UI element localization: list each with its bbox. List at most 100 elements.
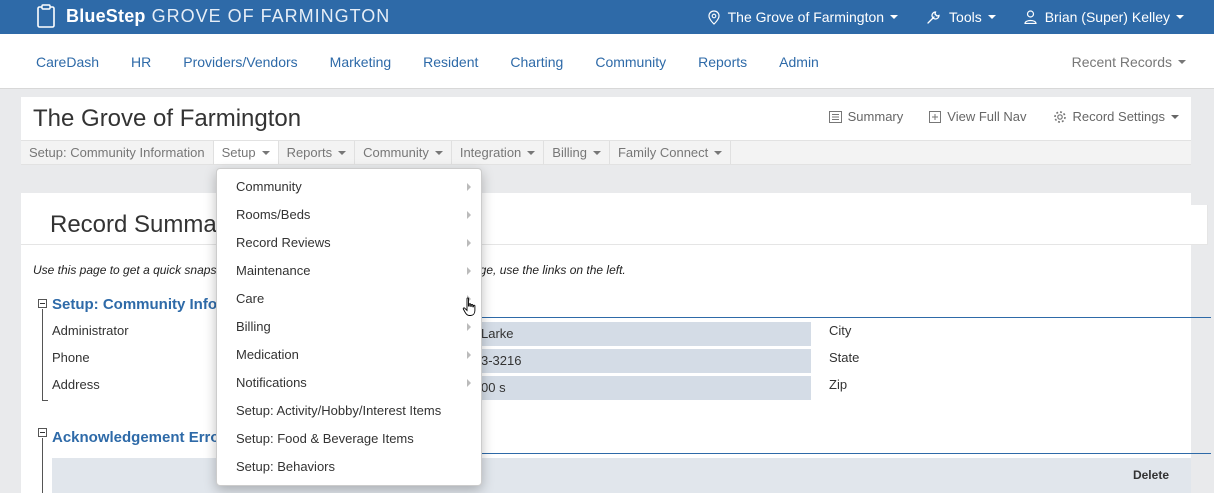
user-label: Brian (Super) Kelley	[1044, 9, 1170, 25]
field-value-address: 00 s	[477, 376, 811, 400]
record-header: The Grove of Farmington Summary View Ful…	[21, 97, 1191, 165]
field-label-state: State	[829, 350, 860, 365]
section-bracket-foot	[42, 400, 48, 401]
brand-name: BlueStep	[66, 5, 146, 26]
nav-caredash[interactable]: CareDash	[36, 54, 99, 70]
chevron-right-icon	[467, 211, 471, 219]
gear-icon	[1053, 110, 1066, 123]
subnav-community[interactable]: Community	[355, 141, 452, 164]
wrench-icon	[927, 10, 940, 24]
subnav-integration[interactable]: Integration	[452, 141, 545, 164]
menu-item-setup-activity-hobby-interest-items[interactable]: Setup: Activity/Hobby/Interest Items	[217, 397, 481, 425]
intro-text-left: Use this page to get a quick snapsh	[33, 263, 224, 277]
record-title: The Grove of Farmington	[33, 105, 302, 132]
menu-item-rooms-beds[interactable]: Rooms/Beds	[217, 201, 481, 229]
chevron-right-icon	[467, 267, 471, 275]
nav-admin[interactable]: Admin	[779, 54, 819, 70]
section-divider	[481, 453, 1211, 454]
subnav-family-connect[interactable]: Family Connect	[610, 141, 732, 164]
user-menu[interactable]: Brian (Super) Kelley	[1024, 9, 1184, 25]
top-bar: BlueStep GROVE OF FARMINGTON The Grove o…	[0, 0, 1214, 34]
menu-item-setup-behaviors[interactable]: Setup: Behaviors	[217, 453, 481, 481]
nav-resident[interactable]: Resident	[423, 54, 478, 70]
field-label-address: Address	[52, 377, 100, 392]
nav-hr[interactable]: HR	[131, 54, 151, 70]
hand-pointer-icon	[462, 297, 476, 316]
nav-providers-vendors[interactable]: Providers/Vendors	[183, 54, 297, 70]
record-settings-menu[interactable]: Record Settings	[1053, 109, 1179, 124]
list-icon	[828, 110, 842, 123]
field-label-zip: Zip	[829, 377, 848, 392]
chevron-down-icon	[987, 15, 996, 19]
subnav-setup-community-information[interactable]: Setup: Community Information	[21, 141, 214, 164]
field-value-administrator: Larke	[477, 322, 811, 346]
chevron-down-icon	[1171, 114, 1179, 119]
chevron-right-icon	[467, 323, 471, 331]
summary-title: Record Summary	[50, 211, 237, 238]
logo[interactable]: BlueStep GROVE OF FARMINGTON	[36, 4, 390, 28]
section-title-acknowledgement-errors: Acknowledgement Erro	[52, 429, 220, 446]
chevron-right-icon	[467, 351, 471, 359]
section-bracket	[42, 438, 43, 493]
chevron-down-icon	[527, 150, 536, 155]
summary-button[interactable]: Summary	[828, 109, 904, 124]
recent-records-menu[interactable]: Recent Records	[1072, 34, 1186, 89]
collapse-toggle-icon[interactable]	[38, 428, 47, 437]
intro-text-right: age, use the links on the left.	[473, 263, 626, 277]
tools-menu[interactable]: Tools	[926, 9, 996, 25]
intro-text: Use this page to get a quick snapsh age,…	[33, 263, 1173, 277]
map-pin-icon	[708, 9, 720, 25]
clipboard-icon	[37, 4, 55, 28]
menu-item-billing[interactable]: Billing	[217, 313, 481, 341]
record-subnav: Setup: Community Information Setup Repor…	[21, 140, 1191, 165]
nav-community[interactable]: Community	[595, 54, 666, 70]
view-full-nav-button[interactable]: View Full Nav	[929, 109, 1027, 124]
main-nav: CareDash HR Providers/Vendors Marketing …	[0, 34, 1214, 89]
nav-reports[interactable]: Reports	[698, 54, 747, 70]
chevron-down-icon	[714, 150, 723, 155]
record-content: Record Summary Use this page to get a qu…	[21, 193, 1211, 493]
chevron-down-icon	[261, 150, 270, 155]
chevron-down-icon	[592, 150, 601, 155]
subnav-setup[interactable]: Setup	[213, 141, 279, 164]
recent-records-label: Recent Records	[1071, 53, 1172, 70]
menu-item-medication[interactable]: Medication	[217, 341, 481, 369]
summary-label: Summary	[847, 109, 904, 124]
chevron-right-icon	[467, 183, 471, 191]
field-label-administrator: Administrator	[52, 323, 129, 338]
menu-item-notifications[interactable]: Notifications	[217, 369, 481, 397]
chevron-right-icon	[467, 379, 471, 387]
section-divider	[481, 317, 1211, 318]
nav-charting[interactable]: Charting	[510, 54, 563, 70]
location-menu[interactable]: The Grove of Farmington	[708, 9, 899, 25]
menu-item-maintenance[interactable]: Maintenance	[217, 257, 481, 285]
field-label-phone: Phone	[52, 350, 90, 365]
summary-header: Record Summary	[21, 205, 1208, 245]
subnav-billing[interactable]: Billing	[544, 141, 610, 164]
nav-marketing[interactable]: Marketing	[330, 54, 391, 70]
chevron-down-icon	[1176, 15, 1184, 19]
plus-square-icon	[929, 110, 942, 123]
menu-item-care[interactable]: Care	[217, 285, 481, 313]
section-title-community-info: Setup: Community Info	[52, 296, 217, 313]
delete-column-header: Delete	[1132, 468, 1169, 482]
field-value-phone: 3-3216	[477, 349, 811, 373]
section-bracket	[42, 309, 43, 401]
menu-item-community[interactable]: Community	[217, 173, 481, 201]
chevron-right-icon	[467, 239, 471, 247]
view-full-nav-label: View Full Nav	[947, 109, 1027, 124]
location-label: The Grove of Farmington	[727, 9, 885, 25]
menu-item-setup-food-beverage-items[interactable]: Setup: Food & Beverage Items	[217, 425, 481, 453]
user-icon	[1024, 10, 1037, 24]
chevron-down-icon	[338, 150, 347, 155]
collapse-toggle-icon[interactable]	[38, 299, 47, 308]
chevron-down-icon	[434, 150, 443, 155]
menu-item-record-reviews[interactable]: Record Reviews	[217, 229, 481, 257]
brand-subtitle: GROVE OF FARMINGTON	[151, 5, 391, 26]
field-label-city: City	[829, 323, 852, 338]
record-settings-label: Record Settings	[1072, 109, 1166, 124]
tools-label: Tools	[949, 9, 982, 25]
setup-dropdown-menu: Community Rooms/Beds Record Reviews Main…	[216, 168, 482, 486]
chevron-down-icon	[890, 15, 899, 19]
subnav-reports[interactable]: Reports	[279, 141, 356, 164]
